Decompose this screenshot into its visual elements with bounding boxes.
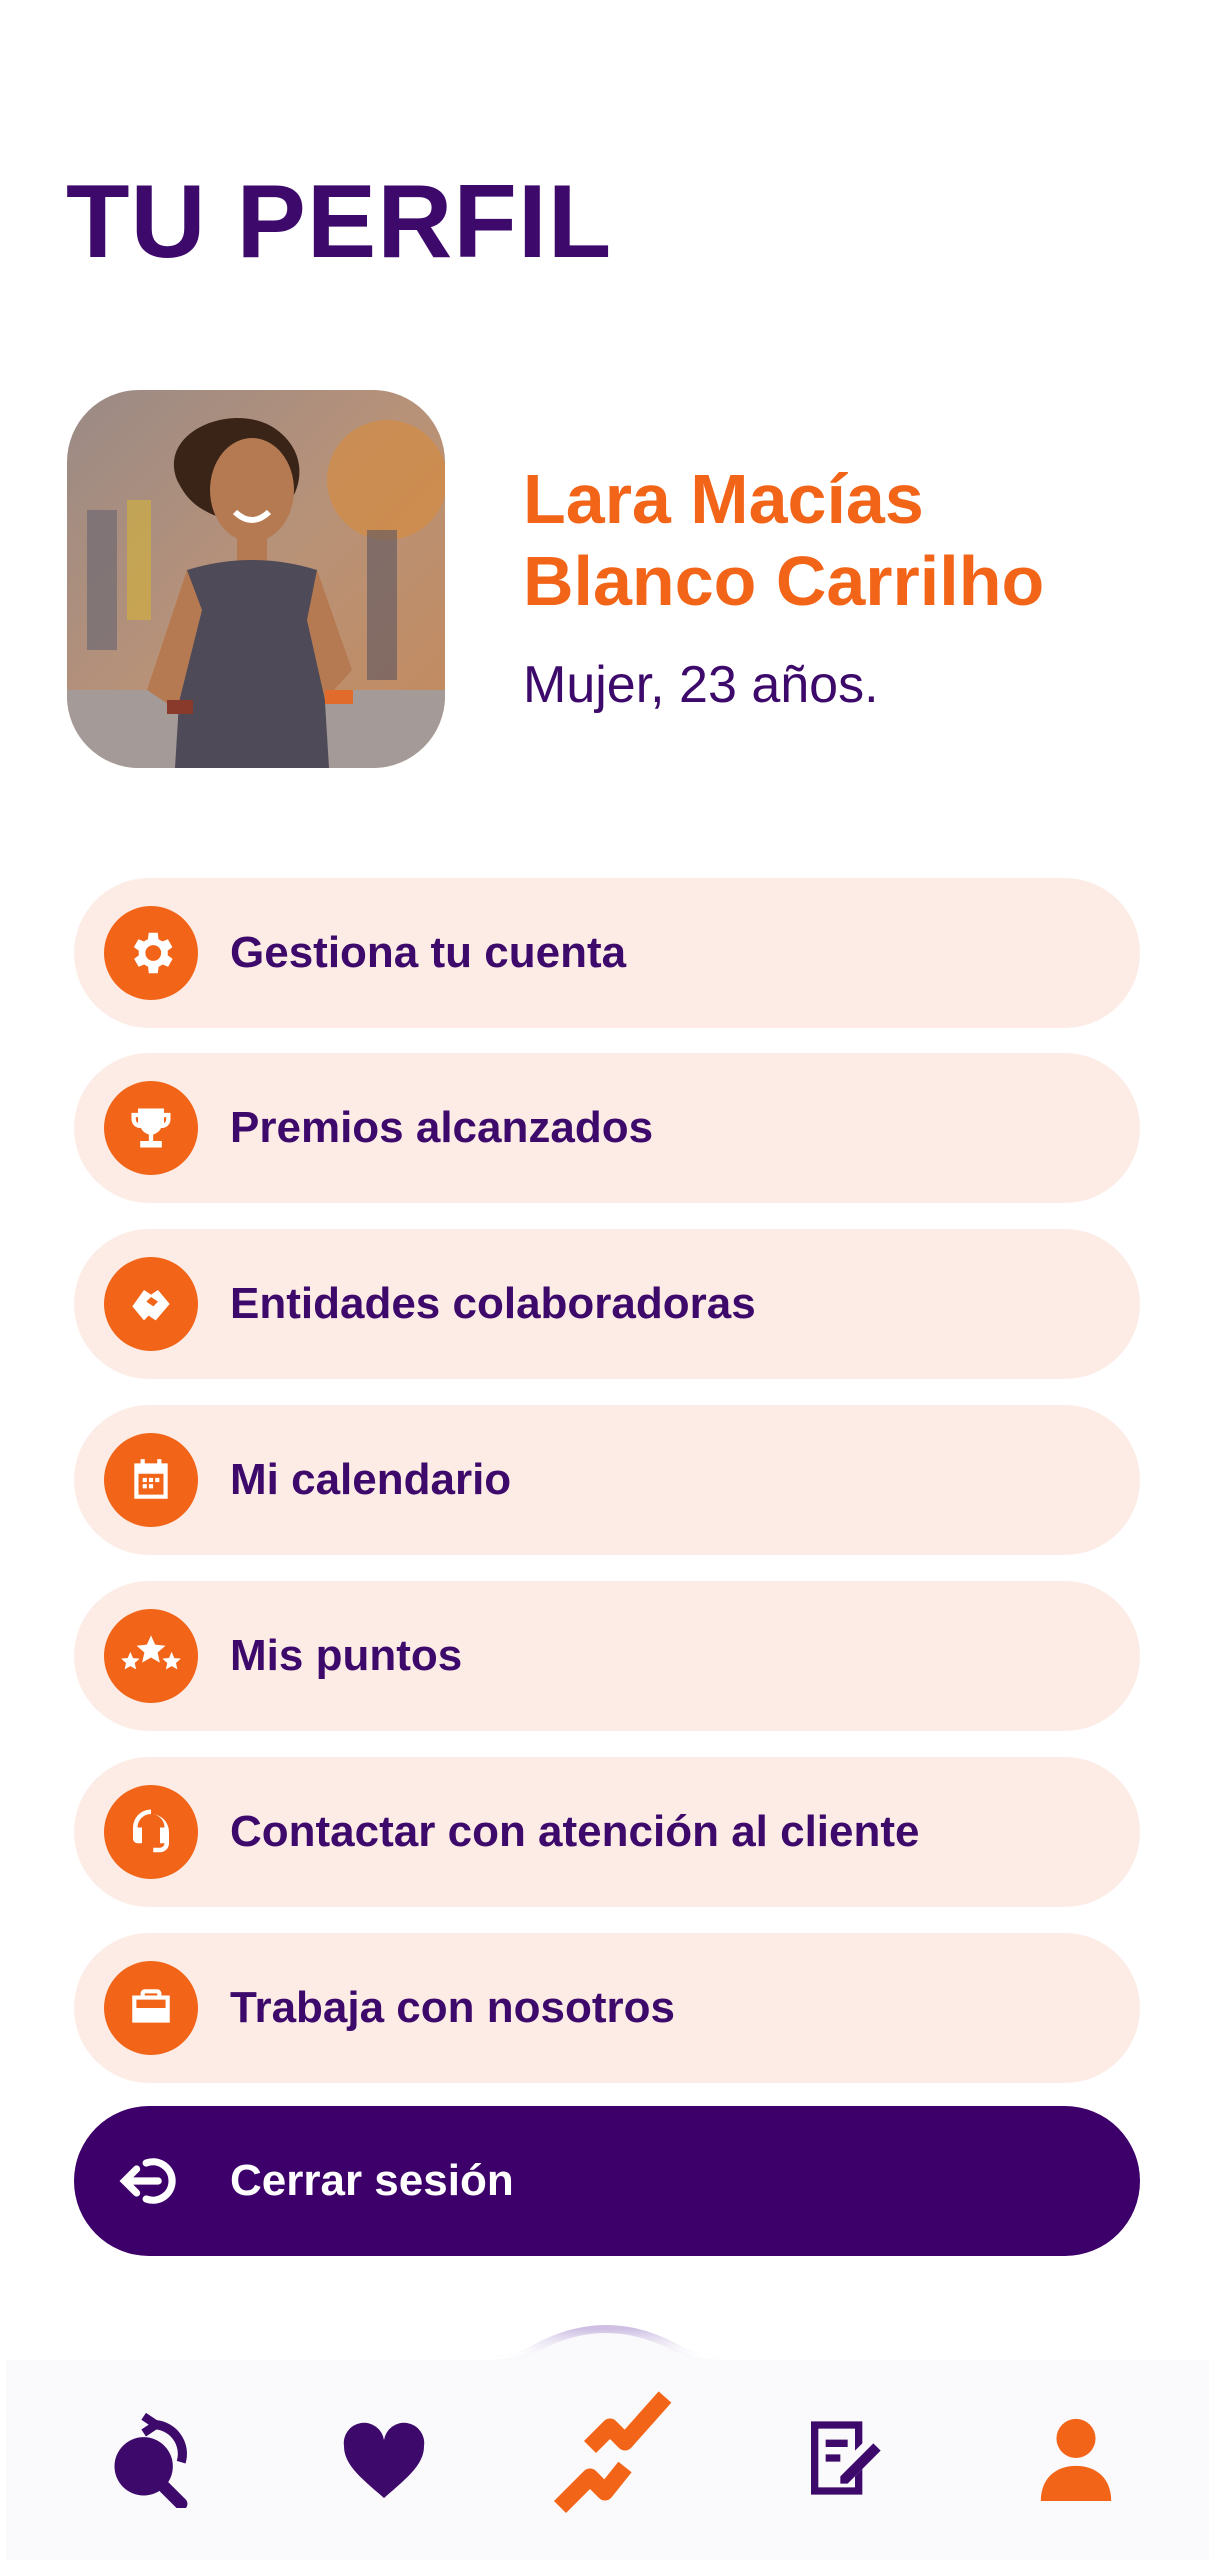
nav-favorites[interactable] [324, 2400, 444, 2520]
handshake-icon [104, 1257, 198, 1351]
edit-note-icon [800, 2414, 888, 2507]
menu-item-partners[interactable]: Entidades colaboradoras [74, 1229, 1140, 1379]
nav-profile[interactable] [1016, 2400, 1136, 2520]
runner-logo-icon [550, 2387, 680, 2522]
menu-item-account[interactable]: Gestiona tu cuenta [74, 878, 1140, 1028]
briefcase-icon [104, 1961, 198, 2055]
page-title: TU PERFIL [66, 164, 613, 280]
menu-item-label: Premios alcanzados [230, 1103, 654, 1152]
menu-item-label: Trabaja con nosotros [230, 1983, 675, 2032]
menu-item-label: Gestiona tu cuenta [230, 928, 627, 977]
calendar-icon [104, 1433, 198, 1527]
user-name-line1: Lara Macías [523, 460, 924, 538]
user-name: Lara Macías Blanco Carrilho [523, 458, 1163, 622]
user-icon [1036, 2415, 1116, 2506]
logout-icon [104, 2134, 198, 2228]
nav-notes[interactable] [784, 2400, 904, 2520]
user-name-line2: Blanco Carrilho [523, 542, 1045, 620]
trophy-icon [104, 1081, 198, 1175]
user-gender-age: Mujer, 23 años. [523, 656, 879, 714]
menu-item-label: Mi calendario [230, 1455, 512, 1504]
menu-item-label: Mis puntos [230, 1631, 463, 1680]
avatar[interactable] [67, 390, 445, 768]
menu-item-careers[interactable]: Trabaja con nosotros [74, 1933, 1140, 2083]
stars-icon [104, 1609, 198, 1703]
menu-item-support[interactable]: Contactar con atención al cliente [74, 1757, 1140, 1907]
nav-search-refresh[interactable] [92, 2400, 212, 2520]
search-refresh-icon [102, 2408, 202, 2513]
menu-item-label: Entidades colaboradoras [230, 1279, 756, 1328]
heart-icon [336, 2413, 432, 2508]
logout-label: Cerrar sesión [230, 2156, 514, 2205]
nav-home[interactable] [545, 2384, 685, 2524]
menu-item-calendar[interactable]: Mi calendario [74, 1405, 1140, 1555]
menu-item-awards[interactable]: Premios alcanzados [74, 1053, 1140, 1203]
gear-icon [104, 906, 198, 1000]
headset-icon [104, 1785, 198, 1879]
menu-item-points[interactable]: Mis puntos [74, 1581, 1140, 1731]
logout-button[interactable]: Cerrar sesión [74, 2106, 1140, 2256]
menu-item-label: Contactar con atención al cliente [230, 1807, 920, 1856]
